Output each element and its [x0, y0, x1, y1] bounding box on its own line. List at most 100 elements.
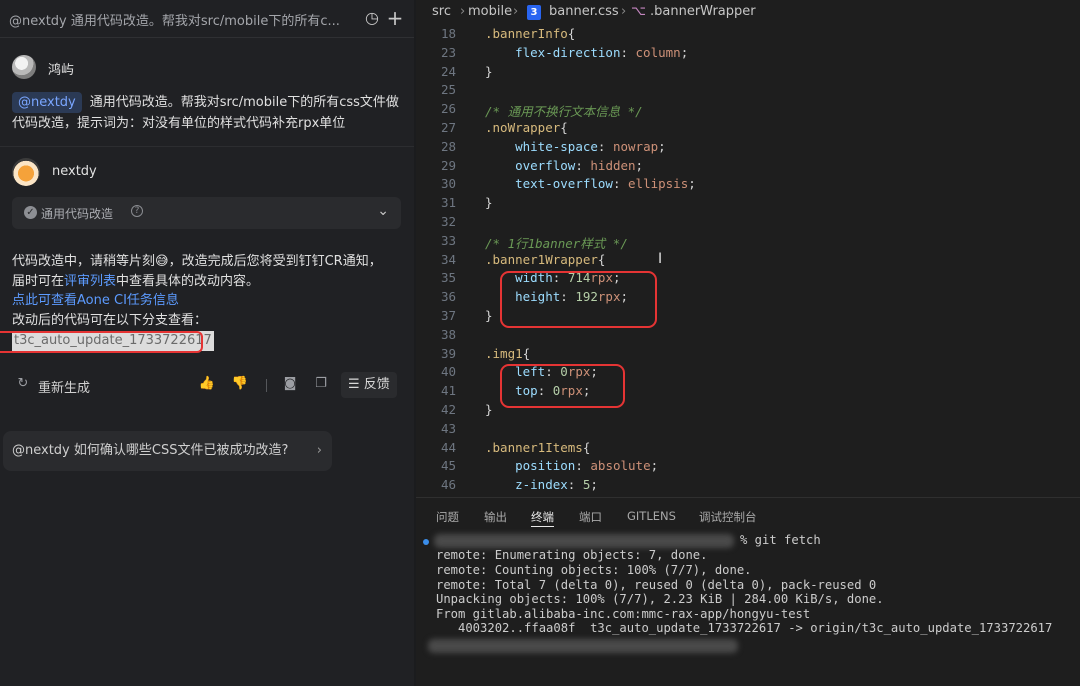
- code-line[interactable]: z-index: 5;: [485, 477, 598, 492]
- breadcrumb-item[interactable]: .bannerWrapper: [650, 4, 756, 19]
- tab-output[interactable]: 输出: [484, 509, 507, 525]
- refresh-icon[interactable]: ↻: [14, 376, 32, 391]
- panel-tabs: 问题 输出 终端 端口 GITLENS 调试控制台: [416, 497, 1080, 531]
- code-token: ;: [680, 44, 689, 60]
- review-list-link[interactable]: 评审列表: [64, 274, 116, 289]
- code-token: ;: [590, 477, 598, 493]
- tab-gitlens[interactable]: GITLENS: [627, 509, 676, 523]
- history-icon[interactable]: ◷: [363, 9, 381, 27]
- code-line[interactable]: .banner1Items{: [485, 440, 590, 455]
- code-token: :: [620, 44, 636, 60]
- code-token: nowrap: [612, 138, 659, 154]
- line-number: 35: [440, 270, 456, 286]
- code-line[interactable]: .bannerInfo{: [485, 26, 575, 41]
- code-token: {: [522, 345, 531, 361]
- code-line[interactable]: }: [485, 64, 493, 79]
- breadcrumb: src › mobile › 3 banner.css › ⌥ .bannerW…: [416, 0, 1080, 24]
- camera-icon[interactable]: ◙: [281, 376, 299, 391]
- line-number: 46: [440, 477, 456, 493]
- code-line[interactable]: .noWrapper{: [485, 120, 568, 135]
- line-number: 27: [440, 120, 456, 135]
- thumbs-up-icon[interactable]: 👍: [198, 376, 216, 391]
- code-token: absolute: [590, 458, 651, 474]
- line-number: 28: [440, 138, 456, 154]
- code-area[interactable]: 18 .bannerInfo{23 flex-direction: column;…: [416, 24, 1080, 497]
- css-file-icon: 3: [527, 5, 541, 20]
- tab-debug-console[interactable]: 调试控制台: [699, 509, 757, 525]
- terminal-line: remote: Enumerating objects: 7, done.: [436, 548, 708, 562]
- terminal-line: From gitlab.alibaba-inc.com:mmc-rax-app/…: [436, 607, 811, 621]
- line-number: 41: [440, 383, 456, 399]
- code-token: .bannerInfo: [485, 26, 568, 41]
- breadcrumb-item[interactable]: banner.css: [549, 4, 619, 19]
- code-token: }: [485, 402, 493, 417]
- code-line[interactable]: /* 1行1banner样式 */: [485, 233, 628, 252]
- code-token: }: [485, 63, 493, 79]
- chat-title[interactable]: @nextdy 通用代码改造。帮我对src/mobile下的所有c...: [9, 10, 349, 29]
- code-editor: src › mobile › 3 banner.css › ⌥ .bannerW…: [416, 0, 1080, 686]
- breadcrumb-item[interactable]: mobile: [468, 4, 512, 19]
- code-line[interactable]: text-overflow: ellipsis;: [485, 176, 696, 191]
- code-line[interactable]: .banner1Wrapper{: [485, 252, 605, 267]
- chevron-down-icon[interactable]: ⌄: [377, 203, 389, 219]
- tab-problems[interactable]: 问题: [436, 509, 459, 525]
- mention-tag[interactable]: @nextdy: [12, 92, 82, 113]
- code-token: flex-direction: [515, 44, 621, 60]
- help-icon[interactable]: ?: [131, 205, 143, 217]
- thumbs-down-icon[interactable]: 👎: [231, 376, 249, 391]
- suggested-question[interactable]: @nextdy 如何确认哪些CSS文件已被成功改造? ›: [3, 431, 332, 471]
- bot-avatar: [12, 158, 40, 186]
- code-line[interactable]: }: [485, 402, 493, 417]
- terminal[interactable]: % git fetch remote: Enumerating objects:…: [416, 531, 1080, 686]
- code-line[interactable]: }: [485, 308, 493, 323]
- chat-header: @nextdy 通用代码改造。帮我对src/mobile下的所有c... ◷ +: [0, 0, 414, 38]
- tab-terminal[interactable]: 终端: [531, 509, 554, 527]
- line-number: 45: [440, 458, 456, 474]
- text-cursor-icon: I: [658, 251, 663, 267]
- code-token: }: [485, 308, 493, 323]
- chat-panel: @nextdy 通用代码改造。帮我对src/mobile下的所有c... ◷ +…: [0, 0, 414, 686]
- code-line[interactable]: .img1{: [485, 346, 530, 361]
- code-token: :: [597, 138, 613, 154]
- code-token: hidden: [590, 157, 636, 173]
- answer-line2-post: 中查看具体的改动内容。: [116, 273, 260, 289]
- code-token: :: [575, 458, 591, 474]
- code-token: ;: [688, 176, 696, 192]
- terminal-line: 4003202..ffaa08f t3c_auto_update_1733722…: [436, 621, 1053, 635]
- code-line[interactable]: /* 通用不换行文本信息 */: [485, 101, 643, 120]
- code-line[interactable]: flex-direction: column;: [485, 45, 688, 60]
- line-number: 29: [440, 157, 456, 173]
- copy-icon[interactable]: ❐: [312, 376, 330, 391]
- code-line[interactable]: }: [485, 195, 493, 210]
- divider: [266, 379, 267, 392]
- line-number: 42: [440, 402, 456, 417]
- code-token: {: [582, 439, 591, 455]
- regenerate-button[interactable]: 重新生成: [38, 377, 90, 396]
- feedback-label: 反馈: [363, 377, 390, 392]
- code-token: .banner1Items: [485, 439, 583, 455]
- code-line[interactable]: overflow: hidden;: [485, 158, 643, 173]
- feedback-button[interactable]: ☰ 反馈: [341, 372, 397, 398]
- suggested-question-text: @nextdy 如何确认哪些CSS文件已被成功改造?: [12, 443, 289, 458]
- highlight-annotation: [0, 331, 203, 353]
- user-message: @nextdy 通用代码改造。帮我对src/mobile下的所有css文件做代码改…: [12, 92, 404, 134]
- aone-ci-link[interactable]: 点此可查看Aone CI任务信息: [12, 291, 407, 311]
- line-number: 39: [440, 345, 456, 361]
- code-token: .noWrapper: [485, 120, 561, 135]
- tool-call-card[interactable]: ✓ 通用代码改造 ? ⌄: [12, 197, 401, 229]
- terminal-line: remote: Total 7 (delta 0), reused 0 (del…: [436, 578, 877, 592]
- new-chat-icon[interactable]: +: [386, 8, 404, 28]
- code-line[interactable]: position: absolute;: [485, 458, 658, 473]
- chevron-right-icon: ›: [513, 4, 519, 19]
- redacted-prompt: [434, 534, 734, 548]
- line-number: 18: [440, 26, 456, 41]
- code-line[interactable]: white-space: nowrap;: [485, 139, 666, 154]
- line-number: 43: [440, 420, 456, 436]
- code-token: .banner1Wrapper: [485, 251, 598, 267]
- breadcrumb-item[interactable]: src: [432, 4, 451, 19]
- tab-ports[interactable]: 端口: [579, 509, 602, 525]
- highlight-annotation: [500, 364, 625, 408]
- chevron-right-icon: ›: [460, 4, 466, 19]
- code-token: ;: [650, 458, 659, 474]
